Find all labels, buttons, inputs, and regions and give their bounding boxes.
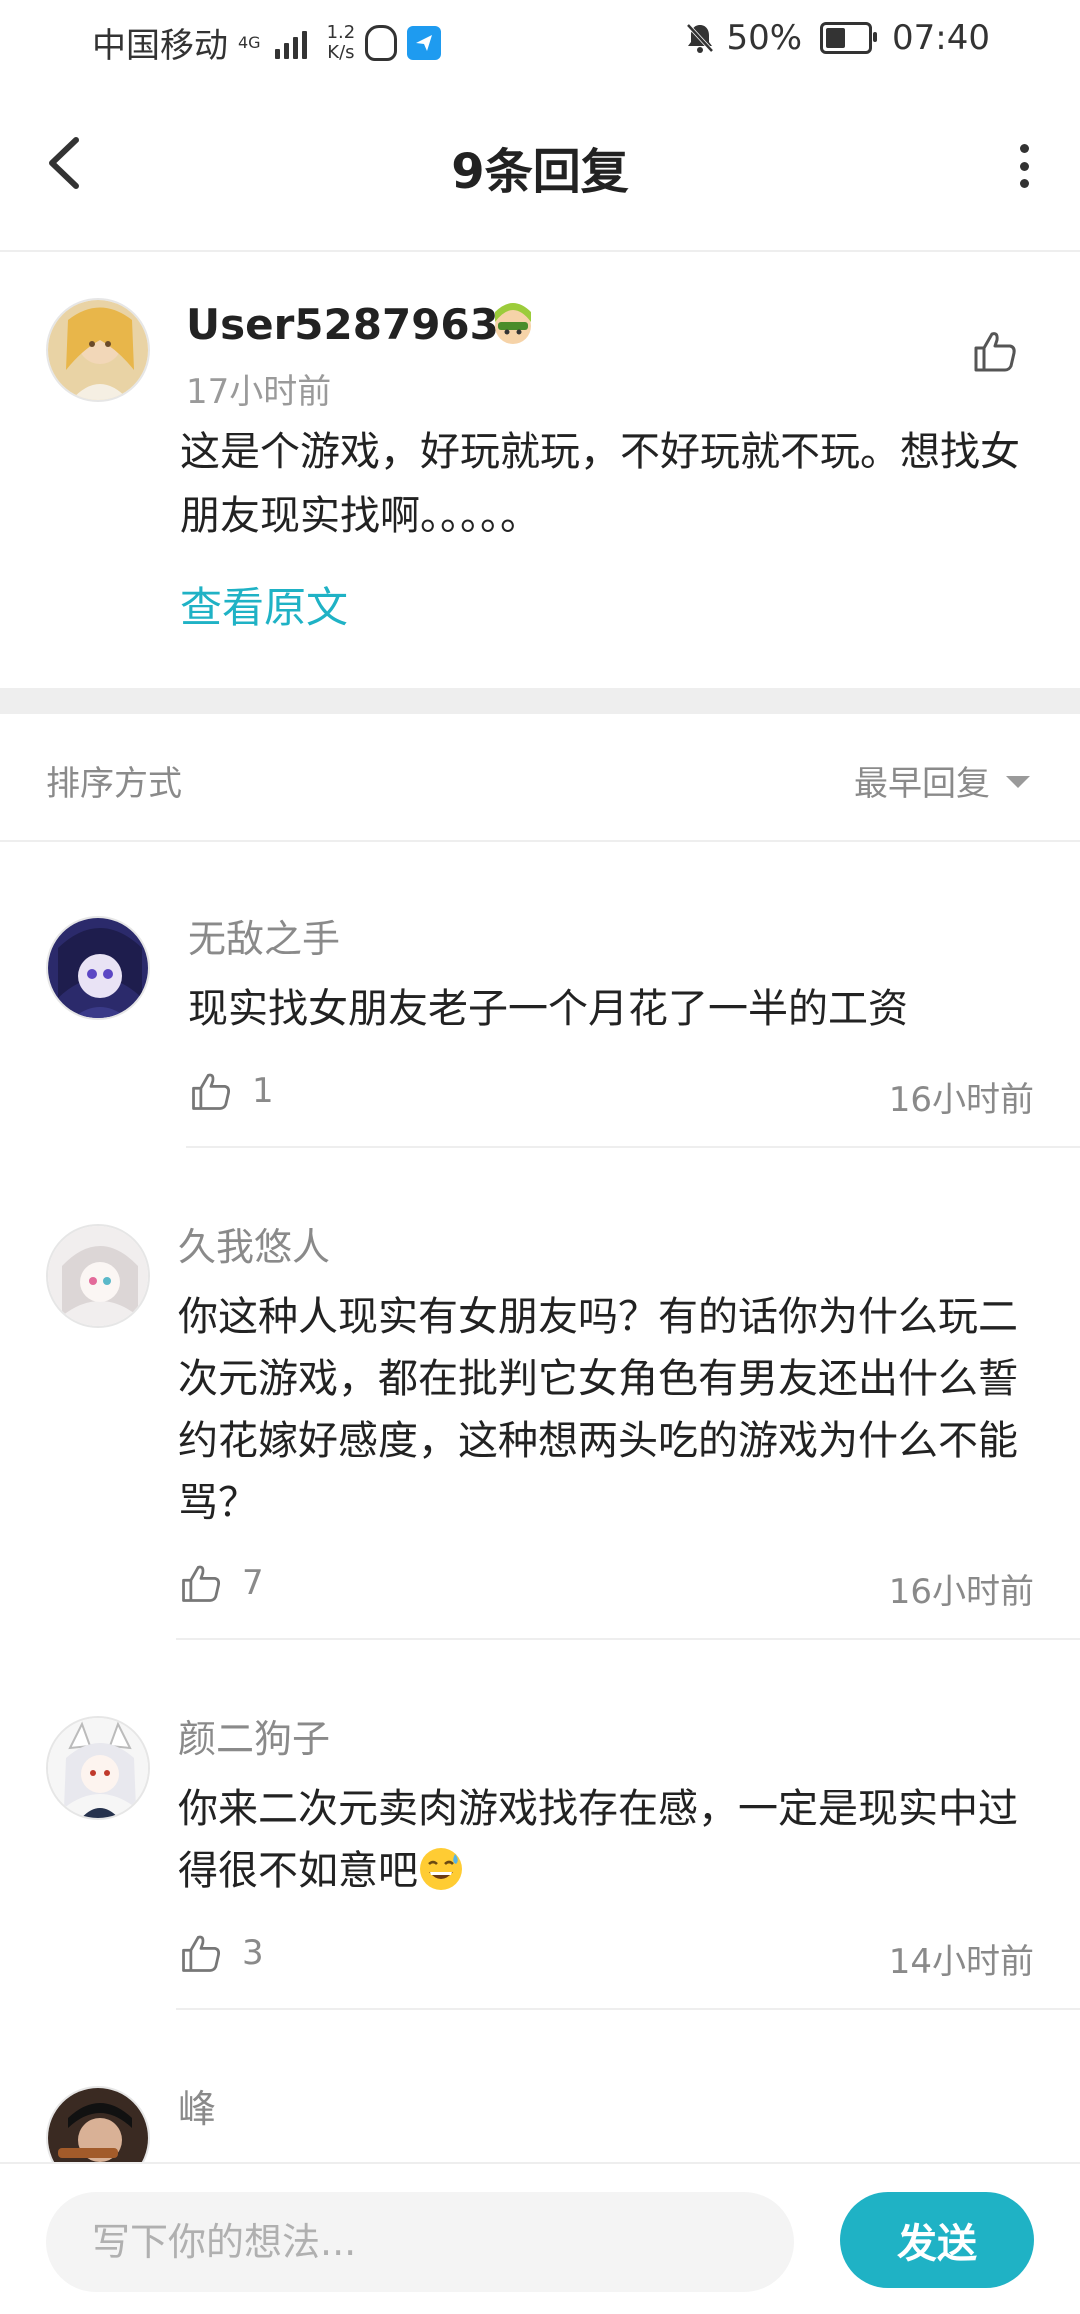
caret-down-icon[interactable]	[1006, 776, 1030, 788]
post-time: 17小时前	[186, 372, 332, 412]
like-count: 3	[242, 1933, 264, 1973]
avatar[interactable]	[46, 298, 150, 402]
status-bar: 中国移动 4G 1.2 K/s 50% 07:40	[0, 0, 1080, 84]
network-type: 4G	[238, 32, 261, 52]
avatar[interactable]	[46, 1224, 150, 1328]
user-badge-icon	[495, 303, 531, 344]
like-button[interactable]: 3	[178, 1930, 264, 1976]
more-menu-icon[interactable]	[1020, 144, 1030, 188]
post-content: 这是个游戏，好玩就玩，不好玩就不玩。想找女朋友现实找啊。。。。。	[180, 429, 1020, 539]
like-count: 7	[242, 1563, 264, 1603]
speed-value: 1.2	[326, 21, 356, 43]
speed-unit: K/s	[327, 41, 355, 63]
sort-label: 排序方式	[46, 764, 182, 804]
status-left: 中国移动 4G 1.2 K/s	[92, 18, 442, 67]
battery-percent: 50%	[726, 18, 803, 58]
status-right: 50% 07:40	[684, 18, 990, 58]
reply-content: 你来二次元卖肉游戏找存在感，一定是现实中过得很不如意吧	[178, 1778, 1038, 1902]
reply-time: 16小时前	[888, 1572, 1034, 1612]
thumbs-up-icon	[182, 1565, 221, 1602]
mute-bell-icon	[686, 23, 714, 53]
signal-icon	[274, 27, 307, 59]
avatar[interactable]	[46, 916, 150, 1020]
sort-dropdown[interactable]: 最早回复	[854, 756, 990, 805]
reply-username[interactable]: 颜二狗子	[178, 1708, 330, 1763]
like-button[interactable]: 1	[188, 1068, 274, 1114]
view-original-link[interactable]: 查看原文	[180, 574, 348, 635]
network-speed: 1.2 K/s	[326, 21, 356, 63]
reply-content: 你这种人现实有女朋友吗？有的话你为什么玩二次元游戏，都在批判它女角色有男友还出什…	[178, 1294, 1018, 1526]
thumbs-up-icon	[182, 1935, 221, 1972]
reply-time: 16小时前	[888, 1080, 1034, 1120]
app-notification-icon	[407, 25, 442, 60]
avatar[interactable]	[46, 1716, 150, 1820]
battery-icon	[820, 22, 878, 54]
post-username[interactable]: User52879632	[186, 300, 528, 349]
reply-username[interactable]: 久我悠人	[178, 1216, 330, 1271]
reply-username[interactable]: 峰	[178, 2078, 216, 2133]
qq-icon	[365, 24, 398, 61]
page-title: 9条回复	[451, 144, 629, 200]
like-count: 1	[252, 1071, 274, 1111]
comment-input[interactable]	[46, 2192, 794, 2292]
like-button[interactable]: 7	[178, 1560, 264, 1606]
divider	[176, 1638, 1080, 1640]
section-gap	[0, 688, 1080, 714]
send-button[interactable]: 发送	[840, 2192, 1034, 2288]
thumbs-up-icon[interactable]	[970, 326, 1020, 376]
sort-bar: 排序方式 最早回复	[0, 714, 1080, 842]
clock: 07:40	[892, 18, 990, 58]
reply-time: 14小时前	[888, 1942, 1034, 1982]
comment-composer: 发送	[0, 2162, 1080, 2314]
divider	[176, 2008, 1080, 2010]
sweat-smile-emoji-icon	[420, 1848, 462, 1890]
divider	[186, 1146, 1080, 1148]
carrier-label: 中国移动	[92, 26, 228, 66]
top-bar: 9条回复	[0, 84, 1080, 252]
reply-text: 你来二次元卖肉游戏找存在感，一定是现实中过得很不如意吧	[178, 1786, 1018, 1894]
reply-username[interactable]: 无敌之手	[188, 908, 340, 963]
reply-content: 现实找女朋友老子一个月花了一半的工资	[188, 986, 908, 1032]
thumbs-up-icon	[192, 1073, 231, 1110]
